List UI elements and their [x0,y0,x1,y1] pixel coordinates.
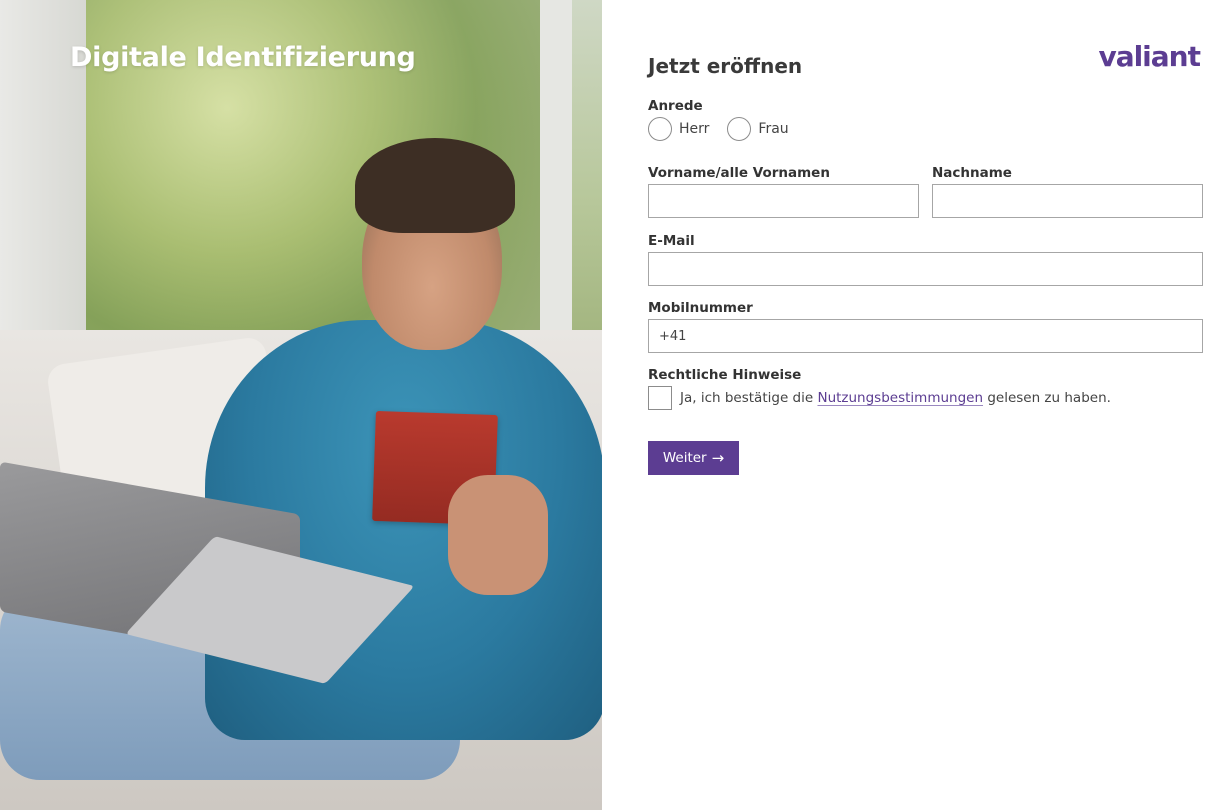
terms-text: Ja, ich bestätige die Nutzungsbestimmung… [680,390,1111,406]
page: Digitale Identifizierung valiant Jetzt e… [0,0,1215,810]
legal-label: Rechtliche Hinweise [648,367,802,383]
email-label: E-Mail [648,233,695,249]
terms-consent-row: Ja, ich bestätige die Nutzungsbestimmung… [648,386,1111,410]
salutation-label: Anrede [648,98,703,114]
valiant-logo[interactable]: valiant [1098,40,1201,73]
next-button-label: Weiter [662,450,707,466]
form-title: Jetzt eröffnen [648,54,803,78]
terms-link[interactable]: Nutzungsbestimmungen [817,390,983,406]
radio-herr-circle[interactable] [648,117,672,141]
mobile-label: Mobilnummer [648,300,753,316]
arrow-right-icon: → [711,448,725,467]
terms-checkbox[interactable] [648,386,672,410]
mobile-input[interactable] [648,319,1203,353]
radio-herr[interactable]: Herr [648,117,709,141]
next-button[interactable]: Weiter → [648,441,739,475]
radio-frau-circle[interactable] [727,117,752,141]
hero-image: Digitale Identifizierung [0,0,602,810]
first-name-label: Vorname/alle Vornamen [648,165,830,181]
email-input[interactable] [648,252,1203,286]
first-name-input[interactable] [648,184,919,218]
salutation-radio-group: Herr Frau [648,117,789,141]
radio-herr-label[interactable]: Herr [679,121,709,137]
last-name-input[interactable] [932,184,1203,218]
last-name-label: Nachname [932,165,1012,181]
hero-title: Digitale Identifizierung [70,42,416,73]
form-panel: valiant Jetzt eröffnen Anrede Herr Frau … [602,0,1215,810]
radio-frau-label[interactable]: Frau [758,121,788,137]
radio-frau[interactable]: Frau [727,117,789,141]
